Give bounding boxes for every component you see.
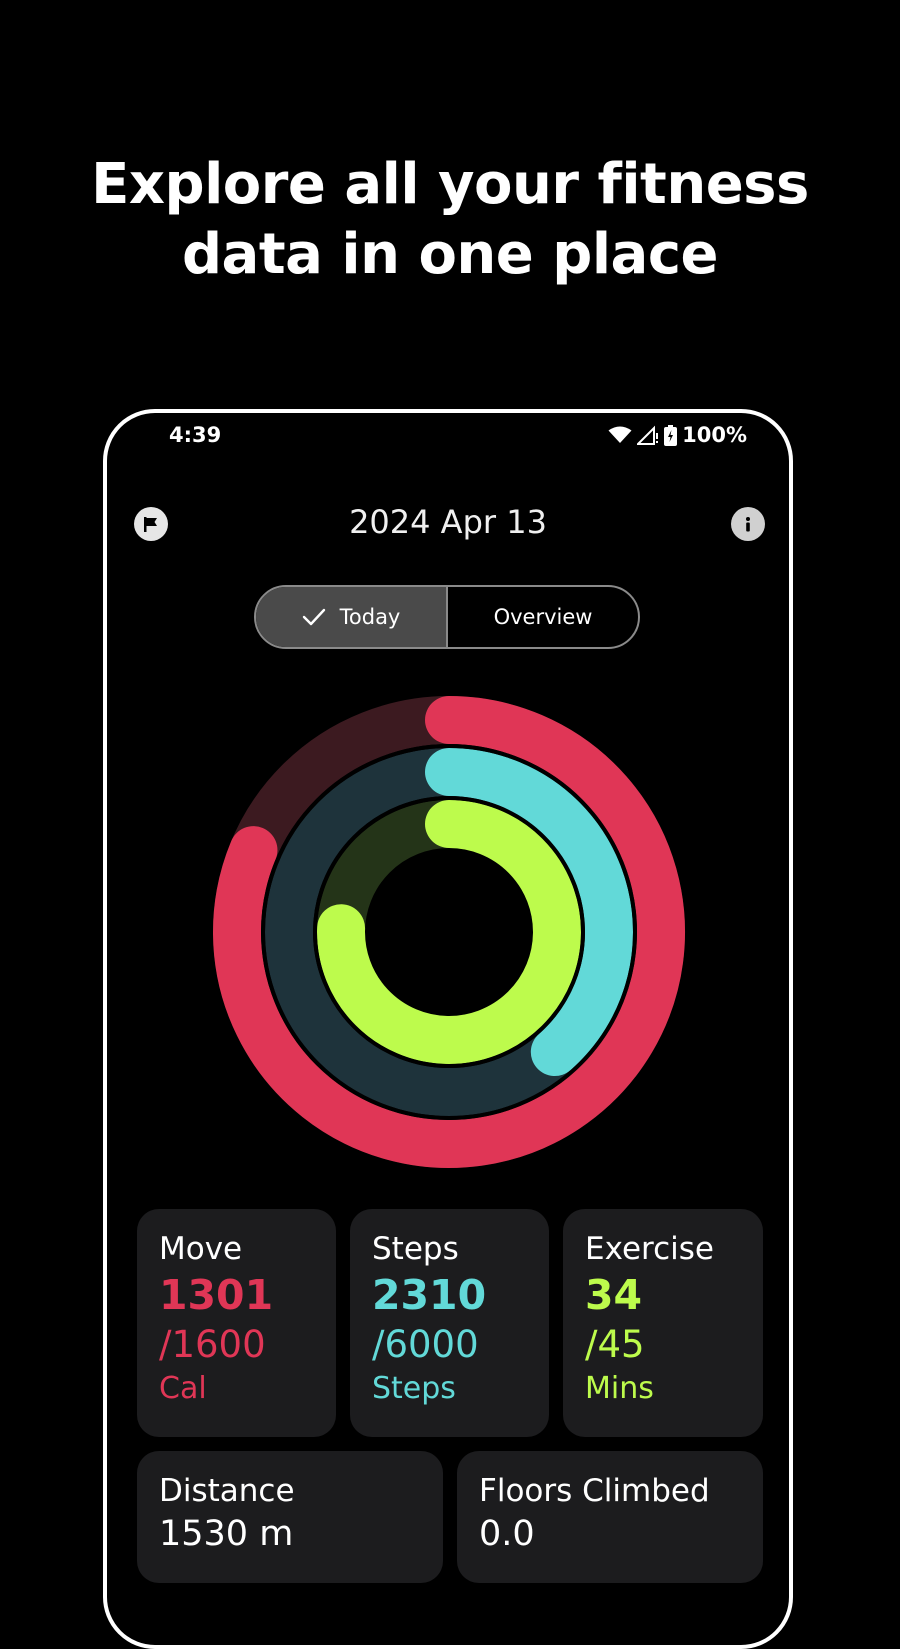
steps-card-goal: /6000 [372,1323,479,1366]
info-icon [746,517,750,532]
move-card-unit: Cal [159,1371,207,1406]
tab-today-label: Today [339,605,401,629]
activity-rings [213,696,685,1168]
wifi-icon [608,426,632,444]
tab-today[interactable]: Today [256,587,448,647]
promo-headline: Explore all your fitness data in one pla… [0,150,900,290]
distance-card[interactable]: Distance 1530 m [137,1451,443,1583]
phone-frame: 4:39 100% 2024 Apr 13 Today Overview Mov… [103,409,793,1649]
tab-overview[interactable]: Overview [448,587,638,647]
distance-card-value: 1530 m [159,1514,294,1554]
exercise-card-unit: Mins [585,1371,654,1406]
move-card-value: 1301 [159,1271,274,1319]
check-icon [302,608,325,626]
exercise-card-goal: /45 [585,1323,645,1366]
move-card-goal: /1600 [159,1323,266,1366]
status-bar: 4:39 100% [107,413,789,465]
cell-signal-icon [637,425,659,445]
exercise-card-value: 34 [585,1271,643,1319]
headline-line-1: Explore all your fitness [91,152,809,217]
battery-icon [664,424,678,446]
tab-overview-label: Overview [493,605,593,629]
headline-line-2: data in one place [181,222,719,287]
exercise-card[interactable]: Exercise 34 /45 Mins [563,1209,763,1437]
stats-cards-row: Distance 1530 m Floors Climbed 0.0 [137,1451,763,1583]
app-header: 2024 Apr 13 [107,499,789,549]
steps-card-unit: Steps [372,1371,456,1406]
goal-cards-row: Move 1301 /1600 Cal Steps 2310 /6000 Ste… [137,1209,763,1437]
floors-card-value: 0.0 [479,1514,535,1554]
floors-card[interactable]: Floors Climbed 0.0 [457,1451,763,1583]
steps-card-value: 2310 [372,1271,487,1319]
steps-card[interactable]: Steps 2310 /6000 Steps [350,1209,549,1437]
move-card-label: Move [159,1231,243,1267]
view-toggle: Today Overview [254,585,640,649]
status-icons: 100% [608,423,747,447]
distance-card-label: Distance [159,1473,295,1509]
date-title: 2024 Apr 13 [349,503,547,541]
move-card[interactable]: Move 1301 /1600 Cal [137,1209,336,1437]
steps-card-label: Steps [372,1231,459,1267]
floors-card-label: Floors Climbed [479,1473,710,1509]
status-time: 4:39 [169,423,222,447]
info-button[interactable] [731,507,765,541]
battery-percent: 100% [682,423,747,447]
exercise-card-label: Exercise [585,1231,714,1267]
